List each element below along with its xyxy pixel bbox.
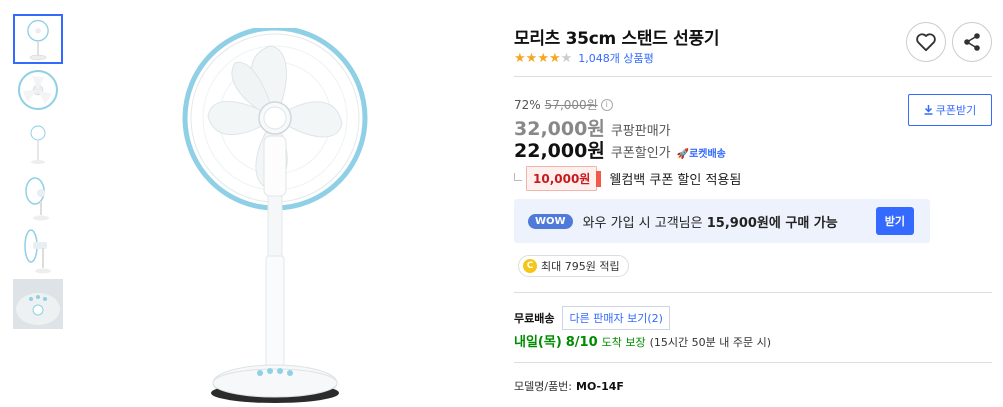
thumbnail-fan-side[interactable] [13,173,63,223]
divider [514,76,992,77]
wow-text-prefix: 와우 가입 시 고객님은 [582,215,703,231]
wow-membership-box: WOW 와우 가입 시 고객님은 15,900원에 구매 가능 받기 [514,199,930,243]
star-icon: ★ [514,50,526,66]
model-row: 모델명/품번: MO-14F [514,378,624,394]
thumbnail-fan-side-close[interactable] [13,226,63,276]
coupon-price-label: 쿠폰할인가 [610,146,671,161]
star-empty-icon: ★ [560,50,573,66]
divider [514,362,992,363]
free-shipping-label: 무료배송 [514,312,555,325]
discount-row: 72% 57,000원 i [514,96,613,113]
coupon-button-label: 쿠폰받기 [935,104,977,117]
corner-indicator [514,172,522,181]
welcome-coupon-text: 웰컴백 쿠폰 할인 적용됨 [609,173,742,188]
share-icon [964,33,980,51]
rocket-delivery-badge: 🚀로켓배송 [677,145,726,160]
welcome-coupon-row: 10,000원 웰컴백 쿠폰 할인 적용됨 [514,166,741,191]
star-icon: ★ [548,50,561,66]
thumbnail-fan-head-front[interactable] [13,67,63,117]
model-value: MO-14F [576,380,624,393]
thumbnail-list [13,14,65,332]
discount-rate: 72% [514,97,541,112]
product-title: 모리츠 35cm 스탠드 선풍기 [514,29,720,49]
points-badge: C 최대 795원 적립 [518,255,629,277]
rating-stars: ★ ★ ★ ★ ★ [514,52,572,65]
other-sellers-button[interactable]: 다른 판매자 보기(2) [562,306,670,330]
original-price: 57,000원 [544,98,598,112]
rocket-icon: 🚀 [676,149,690,160]
welcome-coupon-amount: 10,000원 [526,166,602,191]
arrival-text: 도착 보장 [601,336,646,349]
wishlist-button[interactable] [906,22,946,62]
arrival-date: 8/10 [565,335,598,350]
shipping-row: 무료배송 다른 판매자 보기(2) [514,306,670,330]
arrival-row: 내일(목) 8/10 도착 보장 (15시간 50분 내 주문 시) [514,331,771,350]
review-count-link[interactable]: 1,048개 상품평 [578,50,653,66]
share-button[interactable] [952,22,992,62]
star-icon: ★ [525,50,538,66]
rocket-label: 로켓배송 [689,149,726,160]
heart-icon [916,33,936,52]
model-label: 모델명/품번: [514,380,573,393]
rating-row: ★ ★ ★ ★ ★ 1,048개 상품평 [514,50,654,66]
wow-badge: WOW [528,213,573,229]
product-main-image [180,28,380,406]
arrival-condition: (15시간 50분 내 주문 시) [649,336,772,349]
info-icon[interactable]: i [600,98,613,111]
points-text: 최대 795원 적립 [541,260,620,273]
wow-amount: 15,900원에 구매 가능 [706,215,838,231]
coupon-download-button[interactable]: 쿠폰받기 [908,94,992,126]
divider [514,292,992,293]
thumbnail-fan-control-panel[interactable] [13,279,63,329]
thumbnail-fan-small-front[interactable] [13,120,63,170]
coupon-price: 22,000원 [514,140,605,162]
coupon-price-row: 22,000원 쿠폰할인가 🚀로켓배송 [514,136,726,163]
coin-icon: C [523,259,537,273]
wow-text: 와우 가입 시 고객님은 15,900원에 구매 가능 [583,212,838,231]
star-icon: ★ [537,50,549,66]
thumbnail-fan-front[interactable] [13,14,63,64]
arrival-day: 내일(목) [514,335,562,350]
wow-receive-button[interactable]: 받기 [875,207,914,235]
download-icon [924,105,933,115]
